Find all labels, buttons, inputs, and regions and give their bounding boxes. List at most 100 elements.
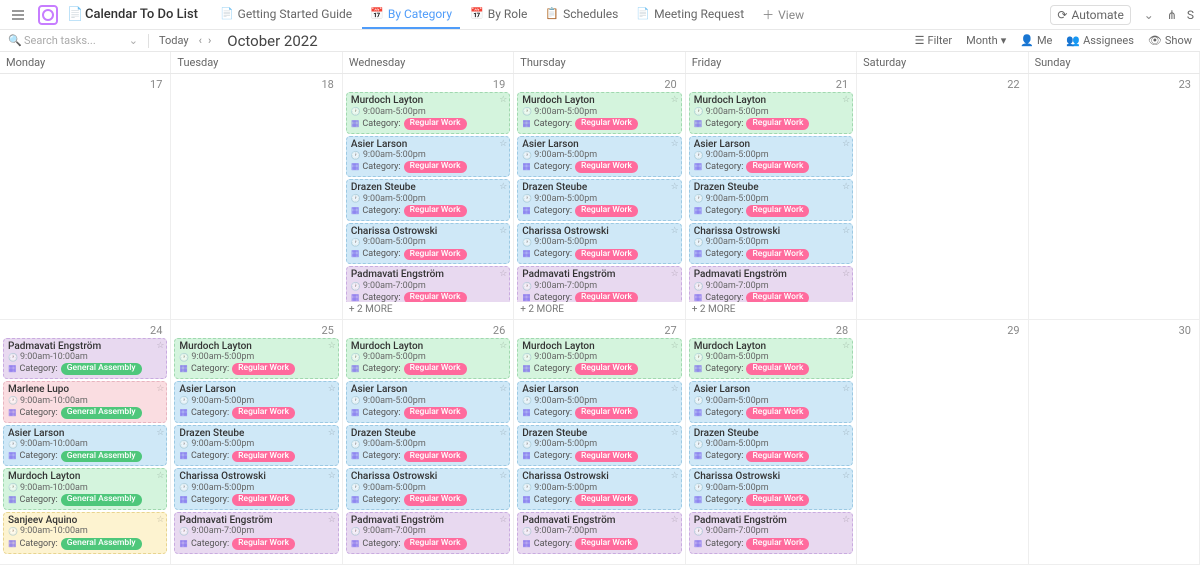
day-cell[interactable]: 29: [857, 320, 1028, 565]
day-number: 19: [345, 76, 511, 91]
day-cell[interactable]: 21☆Murdoch Layton9:00am-5:00pmCategory:R…: [686, 74, 857, 319]
document-title[interactable]: 📄 Calendar To Do List: [70, 7, 198, 22]
calendar-event[interactable]: ☆Asier Larson9:00am-5:00pmCategory:Regul…: [689, 136, 853, 178]
calendar-event[interactable]: ☆Charissa Ostrowski9:00am-5:00pmCategory…: [346, 468, 510, 510]
calendar-event[interactable]: ☆Murdoch Layton9:00am-5:00pmCategory:Reg…: [174, 338, 338, 380]
calendar-event[interactable]: ☆Murdoch Layton9:00am-5:00pmCategory:Reg…: [689, 92, 853, 134]
share-icon[interactable]: ⋔: [1167, 8, 1177, 22]
event-name: Drazen Steube: [351, 182, 505, 194]
calendar-event[interactable]: ☆Padmavati Engström9:00am-7:00pmCategory…: [517, 266, 681, 301]
event-category: Category:Regular Work: [179, 538, 333, 550]
pin-icon: ☆: [499, 139, 507, 149]
event-category: Category:General Assembly: [8, 451, 162, 463]
calendar-event[interactable]: ☆Padmavati Engström9:00am-7:00pmCategory…: [689, 512, 853, 554]
calendar-event[interactable]: ☆Drazen Steube9:00am-5:00pmCategory:Regu…: [346, 425, 510, 467]
calendar-event[interactable]: ☆Asier Larson9:00am-10:00amCategory:Gene…: [3, 425, 167, 467]
calendar-event[interactable]: ☆Asier Larson9:00am-5:00pmCategory:Regul…: [346, 136, 510, 178]
calendar-event[interactable]: ☆Charissa Ostrowski9:00am-5:00pmCategory…: [517, 223, 681, 265]
calendar-event[interactable]: ☆Drazen Steube9:00am-5:00pmCategory:Regu…: [346, 179, 510, 221]
automate-button[interactable]: ⟳Automate: [1050, 5, 1130, 25]
calendar-event[interactable]: ☆Padmavati Engström9:00am-7:00pmCategory…: [689, 266, 853, 301]
calendar-event[interactable]: ☆Murdoch Layton9:00am-5:00pmCategory:Reg…: [517, 338, 681, 380]
calendar-event[interactable]: ☆Murdoch Layton9:00am-5:00pmCategory:Reg…: [346, 92, 510, 134]
add-view-button[interactable]: ＋View: [754, 6, 812, 23]
day-cell[interactable]: 25☆Murdoch Layton9:00am-5:00pmCategory:R…: [171, 320, 342, 565]
calendar-event[interactable]: ☆Asier Larson9:00am-5:00pmCategory:Regul…: [517, 381, 681, 423]
day-cell[interactable]: 28☆Murdoch Layton9:00am-5:00pmCategory:R…: [686, 320, 857, 565]
calendar-event[interactable]: ☆Padmavati Engström9:00am-7:00pmCategory…: [346, 512, 510, 554]
calendar-event[interactable]: ☆Drazen Steube9:00am-5:00pmCategory:Regu…: [517, 179, 681, 221]
event-category: Category:Regular Work: [522, 205, 676, 217]
calendar-event[interactable]: ☆Charissa Ostrowski9:00am-5:00pmCategory…: [689, 468, 853, 510]
pin-icon: ☆: [671, 471, 679, 481]
calendar-event[interactable]: ☆Charissa Ostrowski9:00am-5:00pmCategory…: [517, 468, 681, 510]
eye-icon: 👁: [1148, 34, 1162, 47]
category-label: Category:: [705, 451, 743, 461]
tab-getting-started[interactable]: 📄Getting Started Guide: [212, 0, 360, 29]
calendar-event[interactable]: ☆Drazen Steube9:00am-5:00pmCategory:Regu…: [517, 425, 681, 467]
me-filter[interactable]: 👤Me: [1020, 34, 1052, 47]
calendar-event[interactable]: ☆Marlene Lupo9:00am-10:00amCategory:Gene…: [3, 381, 167, 423]
event-name: Murdoch Layton: [694, 95, 848, 107]
event-name: Padmavati Engström: [351, 269, 505, 281]
calendar-event[interactable]: ☆Drazen Steube9:00am-5:00pmCategory:Regu…: [689, 425, 853, 467]
more-events-button[interactable]: + 2 MORE: [688, 302, 854, 317]
calendar-event[interactable]: ☆Murdoch Layton9:00am-10:00amCategory:Ge…: [3, 468, 167, 510]
day-cell[interactable]: 23: [1029, 74, 1200, 319]
day-cell[interactable]: 26☆Murdoch Layton9:00am-5:00pmCategory:R…: [343, 320, 514, 565]
category-tag: Regular Work: [404, 249, 467, 261]
event-category: Category:Regular Work: [694, 118, 848, 130]
menu-toggle[interactable]: [6, 3, 30, 27]
event-name: Asier Larson: [8, 428, 162, 440]
day-cell[interactable]: 20☆Murdoch Layton9:00am-5:00pmCategory:R…: [514, 74, 685, 319]
day-cell[interactable]: 22: [857, 74, 1028, 319]
calendar-event[interactable]: ☆Murdoch Layton9:00am-5:00pmCategory:Reg…: [689, 338, 853, 380]
calendar-event[interactable]: ☆Murdoch Layton9:00am-5:00pmCategory:Reg…: [346, 338, 510, 380]
calendar-event[interactable]: ☆Charissa Ostrowski9:00am-5:00pmCategory…: [174, 468, 338, 510]
header-right-actions: ⟳Automate ⌄ ⋔ S: [1050, 5, 1194, 25]
filter-button[interactable]: ☰Filter: [915, 34, 952, 47]
more-events-button[interactable]: + 2 MORE: [516, 302, 682, 317]
calendar-event[interactable]: ☆Charissa Ostrowski9:00am-5:00pmCategory…: [689, 223, 853, 265]
category-label: Category:: [191, 495, 229, 505]
event-name: Drazen Steube: [694, 182, 848, 194]
prev-period-button[interactable]: ‹: [199, 34, 202, 47]
calendar-event[interactable]: ☆Asier Larson9:00am-5:00pmCategory:Regul…: [689, 381, 853, 423]
day-cell[interactable]: 19☆Murdoch Layton9:00am-5:00pmCategory:R…: [343, 74, 514, 319]
calendar-event[interactable]: ☆Padmavati Engström9:00am-10:00amCategor…: [3, 338, 167, 380]
day-cell[interactable]: 18: [171, 74, 342, 319]
calendar-event[interactable]: ☆Drazen Steube9:00am-5:00pmCategory:Regu…: [689, 179, 853, 221]
calendar-event[interactable]: ☆Padmavati Engström9:00am-7:00pmCategory…: [174, 512, 338, 554]
calendar-event[interactable]: ☆Charissa Ostrowski9:00am-5:00pmCategory…: [346, 223, 510, 265]
day-header-row: MondayTuesdayWednesdayThursdayFridaySatu…: [0, 52, 1200, 74]
assignees-filter[interactable]: 👥Assignees: [1066, 34, 1134, 47]
calendar-event[interactable]: ☆Murdoch Layton9:00am-5:00pmCategory:Reg…: [517, 92, 681, 134]
day-cell[interactable]: 27☆Murdoch Layton9:00am-5:00pmCategory:R…: [514, 320, 685, 565]
calendar-event[interactable]: ☆Asier Larson9:00am-5:00pmCategory:Regul…: [517, 136, 681, 178]
calendar-event[interactable]: ☆Asier Larson9:00am-5:00pmCategory:Regul…: [346, 381, 510, 423]
tab-meeting-request[interactable]: 📄Meeting Request: [628, 0, 752, 29]
tab-by-role[interactable]: 📅By Role: [462, 0, 535, 29]
event-time: 9:00am-7:00pm: [351, 281, 505, 291]
day-cell[interactable]: 30: [1029, 320, 1200, 565]
calendar-event[interactable]: ☆Asier Larson9:00am-5:00pmCategory:Regul…: [174, 381, 338, 423]
view-range-dropdown[interactable]: Month▾: [966, 34, 1006, 47]
event-category: Category:General Assembly: [8, 494, 162, 506]
show-button[interactable]: 👁Show: [1148, 34, 1192, 47]
tab-schedules[interactable]: 📋Schedules: [537, 0, 626, 29]
calendar-event[interactable]: ☆Padmavati Engström9:00am-7:00pmCategory…: [517, 512, 681, 554]
calendar-event[interactable]: ☆Sanjeev Aquino9:00am-10:00amCategory:Ge…: [3, 512, 167, 554]
chevron-down-icon[interactable]: ⌄: [1141, 7, 1157, 23]
calendar-event[interactable]: ☆Drazen Steube9:00am-5:00pmCategory:Regu…: [174, 425, 338, 467]
today-button[interactable]: Today: [159, 34, 189, 47]
calendar-event[interactable]: ☆Padmavati Engström9:00am-7:00pmCategory…: [346, 266, 510, 301]
day-cell[interactable]: 17: [0, 74, 171, 319]
next-period-button[interactable]: ›: [208, 34, 211, 47]
chevron-down-icon[interactable]: ⌄: [129, 34, 138, 47]
search-tasks[interactable]: 🔍 Search tasks... ⌄: [8, 34, 138, 47]
tab-by-category[interactable]: 📅By Category: [362, 0, 460, 29]
period-nav: ‹ ›: [199, 34, 212, 47]
day-cell[interactable]: 24☆Padmavati Engström9:00am-10:00amCateg…: [0, 320, 171, 565]
event-category: Category:Regular Work: [522, 407, 676, 419]
more-events-button[interactable]: + 2 MORE: [345, 302, 511, 317]
